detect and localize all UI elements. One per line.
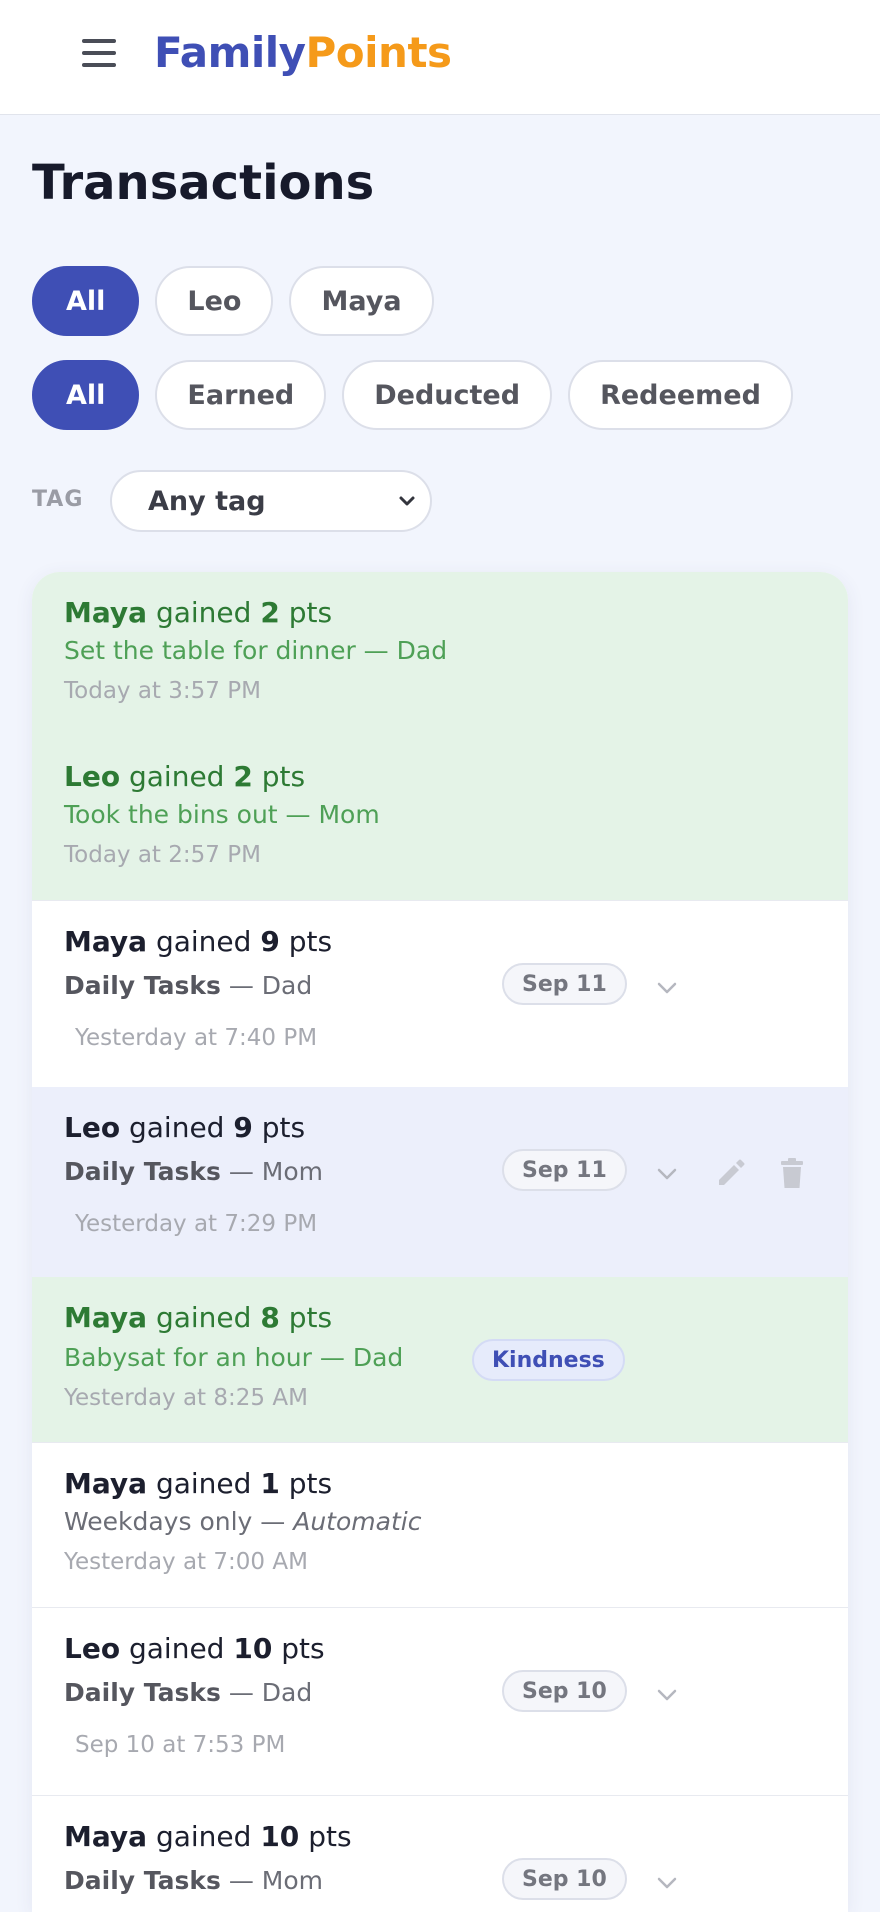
transaction-row[interactable]: Maya gained 10 pts Daily Tasks — Mom Sep… xyxy=(32,1795,848,1912)
transaction-time: Yesterday at 7:00 AM xyxy=(64,1549,308,1575)
app-logo[interactable]: FamilyPoints xyxy=(154,28,452,77)
transaction-row[interactable]: Maya gained 2 pts Set the table for dinn… xyxy=(32,572,848,736)
transaction-list: Maya gained 2 pts Set the table for dinn… xyxy=(32,572,848,1912)
transaction-summary: Leo gained 2 pts xyxy=(64,760,306,793)
date-badge: Sep 10 xyxy=(502,1670,627,1712)
type-filter-all[interactable]: All xyxy=(32,360,140,430)
transaction-summary: Leo gained 9 pts xyxy=(64,1111,306,1144)
transaction-summary: Maya gained 2 pts xyxy=(64,596,333,629)
transaction-time: Today at 2:57 PM xyxy=(64,842,261,868)
transaction-time: Yesterday at 7:29 PM xyxy=(75,1211,318,1237)
member-filter-maya[interactable]: Maya xyxy=(289,266,434,336)
transaction-description: Weekdays only — Automatic xyxy=(64,1507,422,1536)
tag-label: TAG xyxy=(32,487,84,512)
member-filter-leo[interactable]: Leo xyxy=(155,266,274,336)
type-filter-earned[interactable]: Earned xyxy=(155,360,327,430)
transaction-description: Took the bins out — Mom xyxy=(64,800,380,829)
transaction-summary: Maya gained 8 pts xyxy=(64,1301,333,1334)
transaction-summary: Maya gained 1 pts xyxy=(64,1467,333,1500)
type-filter: All Earned Deducted Redeemed xyxy=(32,360,793,430)
transaction-row[interactable]: Leo gained 2 pts Took the bins out — Mom… xyxy=(32,736,848,900)
member-filter-all[interactable]: All xyxy=(32,266,140,336)
transaction-row[interactable]: Maya gained 1 pts Weekdays only — Automa… xyxy=(32,1442,848,1607)
chevron-down-icon[interactable] xyxy=(652,973,682,1003)
tag-select[interactable]: Any tag xyxy=(110,470,432,532)
transaction-summary: Maya gained 10 pts xyxy=(64,1820,352,1853)
type-filter-redeemed[interactable]: Redeemed xyxy=(568,360,793,430)
chevron-down-icon[interactable] xyxy=(652,1680,682,1710)
date-badge: Sep 11 xyxy=(502,963,627,1005)
transaction-description: Daily Tasks — Mom xyxy=(64,1157,323,1186)
type-filter-deducted[interactable]: Deducted xyxy=(342,360,553,430)
chevron-down-icon[interactable] xyxy=(652,1159,682,1189)
date-badge: Sep 11 xyxy=(502,1149,627,1191)
transaction-description: Daily Tasks — Mom xyxy=(64,1866,323,1895)
date-badge: Sep 10 xyxy=(502,1858,627,1900)
transaction-description: Daily Tasks — Dad xyxy=(64,971,313,1000)
tag-badge: Kindness xyxy=(472,1339,625,1381)
member-filter: All Leo Maya xyxy=(32,266,434,336)
transaction-row[interactable]: Maya gained 8 pts Babysat for an hour — … xyxy=(32,1277,848,1442)
page-title: Transactions xyxy=(32,155,375,211)
tag-select-value: Any tag xyxy=(148,485,266,517)
transaction-time: Sep 10 at 7:53 PM xyxy=(75,1732,286,1758)
chevron-down-icon xyxy=(399,496,415,506)
transaction-summary: Leo gained 10 pts xyxy=(64,1632,325,1665)
transaction-time: Today at 3:57 PM xyxy=(64,678,261,704)
transaction-description: Set the table for dinner — Dad xyxy=(64,636,448,665)
transaction-time: Yesterday at 8:25 AM xyxy=(64,1385,308,1411)
trash-icon[interactable] xyxy=(774,1155,810,1191)
transaction-summary: Maya gained 9 pts xyxy=(64,925,333,958)
transaction-row[interactable]: Leo gained 10 pts Daily Tasks — Dad Sep … xyxy=(32,1607,848,1795)
transaction-row[interactable]: Maya gained 9 pts Daily Tasks — Dad Sep … xyxy=(32,900,848,1087)
transaction-row[interactable]: Leo gained 9 pts Daily Tasks — Mom Sep 1… xyxy=(32,1087,848,1277)
transaction-description: Daily Tasks — Dad xyxy=(64,1678,313,1707)
transaction-description: Babysat for an hour — Dad xyxy=(64,1343,404,1372)
top-bar: FamilyPoints xyxy=(0,0,880,115)
transaction-time: Yesterday at 7:40 PM xyxy=(75,1025,318,1051)
chevron-down-icon[interactable] xyxy=(652,1868,682,1898)
menu-icon[interactable] xyxy=(82,38,116,68)
pencil-icon[interactable] xyxy=(712,1155,748,1191)
